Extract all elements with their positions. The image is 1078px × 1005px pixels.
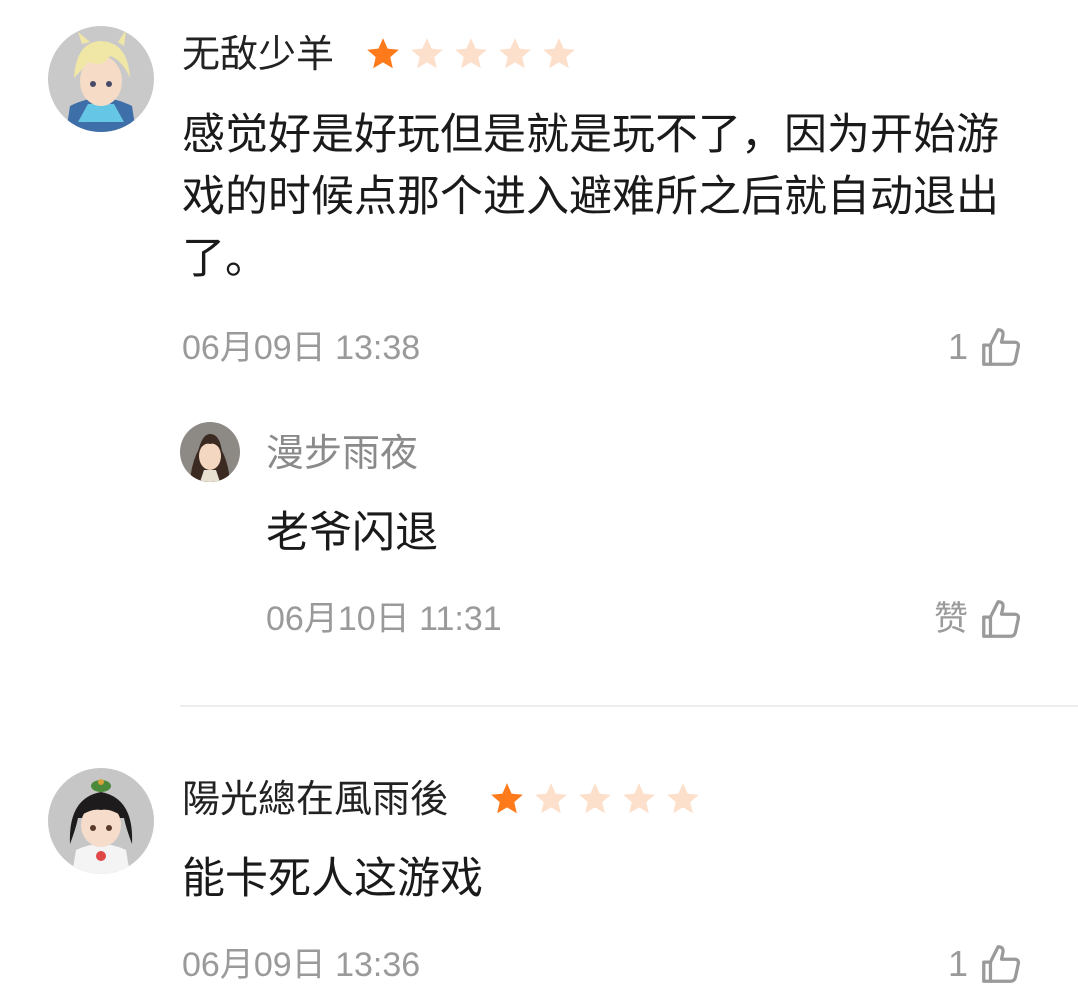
comment-item: 陽光總在風雨後 能卡死人这游戏 06月09日 13:36 1 <box>0 720 1078 1005</box>
avatar[interactable] <box>180 422 240 482</box>
timestamp: 06月09日 13:36 <box>182 946 421 984</box>
avatar[interactable] <box>48 768 154 874</box>
comment-divider <box>180 705 1078 707</box>
like-button[interactable]: 1 <box>948 324 1024 370</box>
thumbs-up-icon <box>982 945 1021 983</box>
star-empty-icon <box>543 38 575 69</box>
anime-boy-avatar-icon <box>48 26 154 132</box>
comment-item: 无敌少羊 感觉好是好玩但是就是玩不了，因为开始游戏的时候点那个进入避难所之后就自… <box>0 0 1078 700</box>
star-empty-icon <box>579 783 611 814</box>
username[interactable]: 无敌少羊 <box>182 35 334 73</box>
like-count: 1 <box>947 943 968 984</box>
comment-text: 能卡死人这游戏 <box>182 854 483 904</box>
anime-longhair-avatar-icon <box>180 422 240 482</box>
avatar[interactable] <box>48 26 154 132</box>
star-empty-icon <box>411 38 443 69</box>
like-button[interactable]: 1 <box>948 941 1024 987</box>
star-filled-icon <box>491 783 523 814</box>
thumbs-up-icon <box>982 600 1021 638</box>
anime-girl-avatar-icon <box>48 768 154 874</box>
like-label: 赞 <box>934 599 968 639</box>
timestamp: 06月09日 13:38 <box>182 329 421 367</box>
like-button[interactable]: 赞 <box>934 596 1024 642</box>
username[interactable]: 漫步雨夜 <box>266 434 418 472</box>
reply-text: 老爷闪退 <box>266 508 438 558</box>
star-empty-icon <box>499 38 531 69</box>
star-empty-icon <box>455 38 487 69</box>
like-count: 1 <box>947 326 968 367</box>
timestamp: 06月10日 11:31 <box>266 600 502 638</box>
star-empty-icon <box>623 783 655 814</box>
thumbs-up-icon <box>982 328 1021 366</box>
star-empty-icon <box>535 783 567 814</box>
comment-text: 感觉好是好玩但是就是玩不了，因为开始游戏的时候点那个进入避难所之后就自动退出了。 <box>182 110 999 284</box>
reply-item: 漫步雨夜 老爷闪退 06月10日 11:31 赞 <box>0 410 1078 670</box>
star-rating <box>488 780 702 818</box>
star-empty-icon <box>667 783 699 814</box>
username[interactable]: 陽光總在風雨後 <box>182 780 448 818</box>
star-rating <box>364 35 578 73</box>
star-filled-icon <box>367 38 399 69</box>
